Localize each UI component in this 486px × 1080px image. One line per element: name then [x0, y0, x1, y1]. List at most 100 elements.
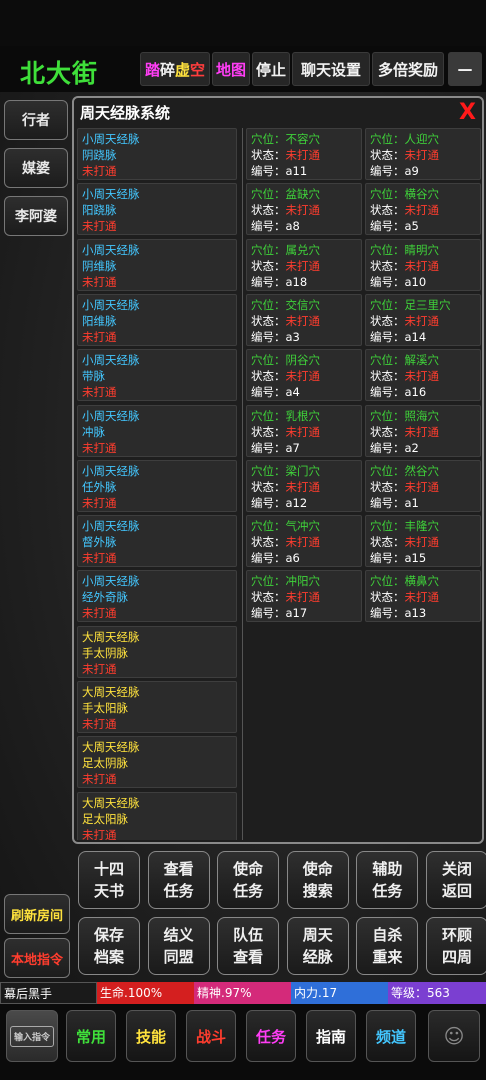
- tapo-xukong-button[interactable]: 踏碎虚空: [140, 52, 210, 86]
- acupoint-state: 未打通: [404, 590, 440, 605]
- map-button[interactable]: 地图: [212, 52, 250, 86]
- action-label-2: 四周: [441, 948, 472, 966]
- acupoint-card[interactable]: 穴位：睛明穴 状态：未打通 编号：a10: [365, 238, 481, 291]
- action-button[interactable]: 使命 任务: [217, 851, 280, 909]
- meridian-card[interactable]: 小周天经脉 带脉 未打通: [77, 349, 237, 402]
- action-button[interactable]: 队伍 查看: [217, 917, 280, 975]
- acupoint-card[interactable]: 穴位：横谷穴 状态：未打通 编号：a5: [365, 183, 481, 236]
- action-label-1: 队伍: [233, 926, 264, 944]
- acupoint-card[interactable]: 穴位：阴谷穴 状态：未打通 编号：a4: [246, 349, 362, 402]
- meridian-card[interactable]: 小周天经脉 阳跷脉 未打通: [77, 183, 237, 236]
- menu-button[interactable]: —: [448, 52, 482, 86]
- tab-channel[interactable]: 频道: [366, 1010, 416, 1062]
- action-button[interactable]: 辅助 任务: [356, 851, 419, 909]
- acupoint-state: 未打通: [285, 258, 321, 273]
- meridian-state: 未打通: [82, 495, 117, 510]
- tab-guide[interactable]: 指南: [306, 1010, 356, 1062]
- action-label-1: 辅助: [372, 860, 403, 878]
- state-label: 状态：: [251, 479, 286, 494]
- code-label: 编号：: [370, 219, 405, 234]
- state-label: 状态：: [251, 535, 286, 550]
- acupoint-card[interactable]: 穴位：乳根穴 状态：未打通 编号：a7: [246, 404, 362, 457]
- code-label: 编号：: [370, 440, 405, 455]
- action-label-1: 使命: [233, 860, 264, 878]
- close-icon[interactable]: X: [459, 100, 476, 125]
- acupoint-card[interactable]: 穴位：属兑穴 状态：未打通 编号：a18: [246, 238, 362, 291]
- input-command-button[interactable]: 输入指令: [6, 1010, 58, 1062]
- action-button[interactable]: 周天 经脉: [286, 917, 349, 975]
- acupoint-card[interactable]: 穴位：盆缺穴 状态：未打通 编号：a8: [246, 183, 362, 236]
- state-label: 状态：: [251, 424, 286, 439]
- action-label-2: 返回: [441, 882, 472, 900]
- acupoint-card[interactable]: 穴位：横鼻穴 状态：未打通 编号：a13: [365, 570, 481, 623]
- refresh-room-button[interactable]: 刷新房间: [4, 894, 70, 934]
- acupoint-name: 穴位：横谷穴: [370, 187, 439, 202]
- action-button[interactable]: 使命 搜索: [286, 851, 349, 909]
- tab-tasks[interactable]: 任务: [246, 1010, 296, 1062]
- meridian-name: 足太阳脉: [82, 811, 128, 826]
- acupoint-card[interactable]: 穴位：解溪穴 状态：未打通 编号：a16: [365, 349, 481, 402]
- acupoint-card[interactable]: 穴位：冲阳穴 状态：未打通 编号：a17: [246, 570, 362, 623]
- action-button[interactable]: 十四 天书: [78, 851, 140, 909]
- acupoint-card[interactable]: 穴位：然谷穴 状态：未打通 编号：a1: [365, 459, 481, 512]
- meridian-card[interactable]: 小周天经脉 阴维脉 未打通: [77, 238, 237, 291]
- meridian-card[interactable]: 大周天经脉 足太阳脉 未打通: [77, 791, 237, 840]
- acupoint-card[interactable]: 穴位：足三里穴 状态：未打通 编号：a14: [365, 293, 481, 346]
- acupoint-name: 穴位：梁门穴: [251, 463, 320, 478]
- emoji-icon[interactable]: ☺: [428, 1010, 480, 1062]
- acupoint-state: 未打通: [285, 313, 321, 328]
- action-button[interactable]: 保存 档案: [78, 917, 140, 975]
- action-button[interactable]: 环顾 四周: [426, 917, 486, 975]
- acupoint-card[interactable]: 穴位：气冲穴 状态：未打通 编号：a6: [246, 515, 362, 568]
- npc-button[interactable]: 媒婆: [4, 148, 68, 188]
- meridian-name: 阳跷脉: [82, 203, 117, 218]
- meridian-card[interactable]: 小周天经脉 冲脉 未打通: [77, 404, 237, 457]
- meridian-card[interactable]: 小周天经脉 督外脉 未打通: [77, 515, 237, 568]
- meridian-state: 未打通: [82, 772, 117, 787]
- meridian-card[interactable]: 小周天经脉 阴跷脉 未打通: [77, 128, 237, 180]
- meridian-card[interactable]: 大周天经脉 手太阴脉 未打通: [77, 625, 237, 678]
- state-label: 状态：: [251, 369, 286, 384]
- tab-common[interactable]: 常用: [66, 1010, 116, 1062]
- acupoint-state: 未打通: [285, 479, 321, 494]
- state-label: 状态：: [251, 203, 286, 218]
- meridian-card[interactable]: 大周天经脉 手太阳脉 未打通: [77, 681, 237, 733]
- action-button[interactable]: 自杀 重来: [356, 917, 419, 975]
- acupoint-state: 未打通: [285, 535, 321, 550]
- acupoint-state: 未打通: [285, 203, 321, 218]
- acupoint-card[interactable]: 穴位：照海穴 状态：未打通 编号：a2: [365, 404, 481, 457]
- tab-skills[interactable]: 技能: [126, 1010, 176, 1062]
- acupoint-code: a16: [404, 385, 427, 400]
- stop-button[interactable]: 停止: [252, 52, 290, 86]
- action-label-1: 十四: [93, 860, 124, 878]
- acupoint-card[interactable]: 穴位：不容穴 状态：未打通 编号：a11: [246, 128, 362, 180]
- bottom-nav: 输入指令 常用 技能 战斗 任务 指南 频道 ☺: [0, 1004, 486, 1080]
- meridian-state: 未打通: [82, 329, 117, 344]
- action-button[interactable]: 查看 任务: [147, 851, 210, 909]
- action-button[interactable]: 关闭 返回: [426, 851, 486, 909]
- code-label: 编号：: [251, 329, 286, 344]
- acupoint-name: 穴位：照海穴: [370, 408, 439, 423]
- code-label: 编号：: [370, 274, 405, 289]
- acupoint-card[interactable]: 穴位：梁门穴 状态：未打通 编号：a12: [246, 459, 362, 512]
- chat-settings-button[interactable]: 聊天设置: [292, 52, 370, 86]
- meridian-name: 阴维脉: [82, 258, 117, 273]
- acupoint-card[interactable]: 穴位：交信穴 状态：未打通 编号：a3: [246, 293, 362, 346]
- acupoint-card[interactable]: 穴位：丰隆穴 状态：未打通 编号：a15: [365, 515, 481, 568]
- meridian-card[interactable]: 大周天经脉 足太阴脉 未打通: [77, 736, 237, 789]
- acupoint-state: 未打通: [404, 148, 440, 162]
- acupoint-name: 穴位：属兑穴: [251, 242, 320, 257]
- tab-combat[interactable]: 战斗: [186, 1010, 236, 1062]
- acupoint-card[interactable]: 穴位：人迎穴 状态：未打通 编号：a9: [365, 128, 481, 180]
- npc-button[interactable]: 行者: [4, 100, 68, 140]
- meridian-card[interactable]: 小周天经脉 任外脉 未打通: [77, 459, 237, 512]
- multi-reward-button[interactable]: 多倍奖励: [372, 52, 444, 86]
- local-command-button[interactable]: 本地指令: [4, 938, 70, 978]
- npc-button[interactable]: 李阿婆: [4, 196, 68, 236]
- action-button[interactable]: 结义 同盟: [147, 917, 210, 975]
- meridian-type: 大周天经脉: [82, 629, 140, 644]
- meridian-card[interactable]: 小周天经脉 阳维脉 未打通: [77, 293, 237, 346]
- meridian-name: 阳维脉: [82, 313, 117, 328]
- meridian-card[interactable]: 小周天经脉 经外奇脉 未打通: [77, 570, 237, 623]
- state-label: 状态：: [251, 148, 286, 162]
